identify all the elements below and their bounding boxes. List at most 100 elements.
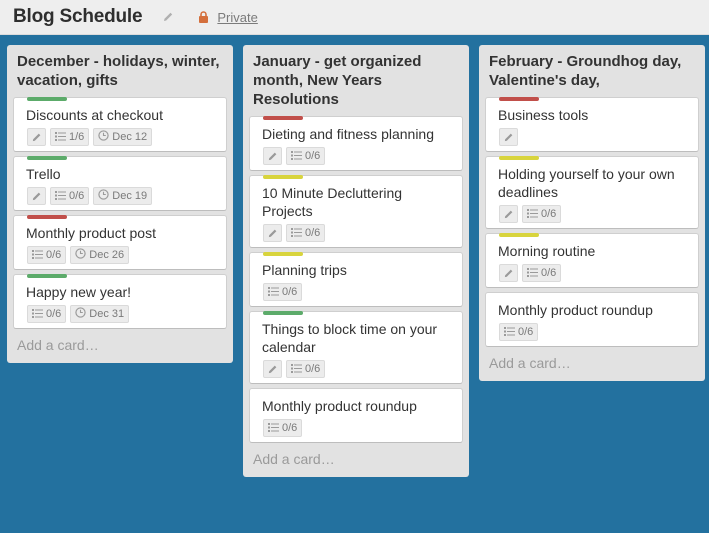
checklist-count: 0/6 xyxy=(518,326,534,338)
checklist-count: 0/6 xyxy=(282,422,298,434)
checklist-count: 0/6 xyxy=(282,286,298,298)
card-title: Dieting and fitness planning xyxy=(262,126,435,142)
checklist-icon xyxy=(268,286,279,299)
due-date: Dec 12 xyxy=(112,131,148,143)
card-badges xyxy=(494,128,690,146)
checklist-badge: 0/6 xyxy=(27,246,67,264)
card[interactable]: 10 Minute Decluttering Projects 0/6 xyxy=(249,175,463,248)
edit-title-icon[interactable] xyxy=(162,11,174,23)
checklist-count: 0/6 xyxy=(46,308,62,320)
card-title: Monthly product post xyxy=(26,225,156,241)
checklist-icon xyxy=(55,190,66,203)
card-badges: 0/6 xyxy=(258,224,454,242)
red-label xyxy=(27,215,67,219)
card[interactable]: Monthly product roundup 0/6 xyxy=(249,388,463,443)
checklist-count: 0/6 xyxy=(305,150,321,162)
edit-icon[interactable] xyxy=(263,360,282,378)
checklist-count: 0/6 xyxy=(305,227,321,239)
card-title: Monthly product roundup xyxy=(498,302,653,318)
checklist-count: 0/6 xyxy=(305,363,321,375)
checklist-badge: 0/6 xyxy=(286,360,326,378)
card-badges: 0/6 Dec 31 xyxy=(22,305,218,323)
edit-icon[interactable] xyxy=(263,147,282,165)
checklist-icon xyxy=(55,131,66,144)
checklist-badge: 0/6 xyxy=(263,283,303,301)
green-label xyxy=(27,274,67,278)
checklist-count: 1/6 xyxy=(69,131,85,143)
due-date: Dec 19 xyxy=(112,190,148,202)
list-january: January - get organized month, New Years… xyxy=(243,45,469,477)
due-date-badge: Dec 31 xyxy=(70,305,130,323)
card-title: Happy new year! xyxy=(26,284,132,300)
checklist-badge: 0/6 xyxy=(522,205,562,223)
edit-icon[interactable] xyxy=(499,264,518,282)
checklist-icon xyxy=(268,422,279,435)
yellow-label xyxy=(263,252,303,256)
card[interactable]: Happy new year! 0/6 Dec 31 xyxy=(13,274,227,329)
clock-icon xyxy=(75,307,86,321)
checklist-icon xyxy=(291,363,302,376)
red-label xyxy=(499,97,539,101)
checklist-count: 0/6 xyxy=(46,249,62,261)
lock-icon xyxy=(198,11,209,23)
checklist-badge: 0/6 xyxy=(50,187,90,205)
due-date-badge: Dec 19 xyxy=(93,187,153,205)
card[interactable]: Discounts at checkout 1/6 Dec 12 xyxy=(13,97,227,152)
checklist-badge: 0/6 xyxy=(286,224,326,242)
card-title: Trello xyxy=(26,166,61,182)
checklist-count: 0/6 xyxy=(541,208,557,220)
checklist-icon xyxy=(527,267,538,280)
card-badges: 0/6 xyxy=(258,419,454,437)
card[interactable]: Trello 0/6 Dec 19 xyxy=(13,156,227,211)
clock-icon xyxy=(98,189,109,203)
edit-icon[interactable] xyxy=(27,128,46,146)
card[interactable]: Dieting and fitness planning 0/6 xyxy=(249,116,463,171)
card-badges: 0/6 xyxy=(258,283,454,301)
due-date: Dec 31 xyxy=(89,308,125,320)
card-badges: 0/6 xyxy=(258,360,454,378)
add-card-button[interactable]: Add a card… xyxy=(485,347,699,375)
card-title: Discounts at checkout xyxy=(26,107,163,123)
checklist-count: 0/6 xyxy=(69,190,85,202)
clock-icon xyxy=(75,248,86,262)
checklist-icon xyxy=(504,326,515,339)
checklist-icon xyxy=(32,308,43,321)
edit-icon[interactable] xyxy=(27,187,46,205)
card[interactable]: Monthly product post 0/6 Dec 26 xyxy=(13,215,227,270)
card-badges: 0/6 xyxy=(494,323,690,341)
card[interactable]: Morning routine 0/6 xyxy=(485,233,699,288)
due-date-badge: Dec 26 xyxy=(70,246,130,264)
checklist-badge: 0/6 xyxy=(522,264,562,282)
card[interactable]: Monthly product roundup 0/6 xyxy=(485,292,699,347)
card[interactable]: Things to block time on your calendar 0/6 xyxy=(249,311,463,384)
board-header: Blog Schedule Private xyxy=(0,0,709,35)
card-title: Business tools xyxy=(498,107,589,123)
card-badges: 0/6 xyxy=(494,205,690,223)
board-title[interactable]: Blog Schedule xyxy=(13,6,143,28)
list-title[interactable]: February - Groundhog day, Valentine's da… xyxy=(485,50,699,93)
checklist-icon xyxy=(32,249,43,262)
red-label xyxy=(263,116,303,120)
list-title[interactable]: December - holidays, winter, vacation, g… xyxy=(13,50,227,93)
card-title: Morning routine xyxy=(498,243,596,259)
list-title[interactable]: January - get organized month, New Years… xyxy=(249,50,463,112)
yellow-label xyxy=(499,156,539,160)
checklist-icon xyxy=(291,227,302,240)
edit-icon[interactable] xyxy=(263,224,282,242)
card-badges: 0/6 Dec 26 xyxy=(22,246,218,264)
green-label xyxy=(263,311,303,315)
edit-icon[interactable] xyxy=(499,205,518,223)
clock-icon xyxy=(98,130,109,144)
card-title: Holding yourself to your own deadlines xyxy=(498,166,675,200)
checklist-icon xyxy=(291,150,302,163)
add-card-button[interactable]: Add a card… xyxy=(249,443,463,471)
privacy-link[interactable]: Private xyxy=(217,10,257,25)
edit-icon[interactable] xyxy=(499,128,518,146)
add-card-button[interactable]: Add a card… xyxy=(13,329,227,357)
card[interactable]: Holding yourself to your own deadlines 0/… xyxy=(485,156,699,229)
card[interactable]: Planning trips 0/6 xyxy=(249,252,463,307)
list-february: February - Groundhog day, Valentine's da… xyxy=(479,45,705,381)
card-title: 10 Minute Decluttering Projects xyxy=(262,185,403,219)
green-label xyxy=(27,97,67,101)
card[interactable]: Business tools xyxy=(485,97,699,152)
